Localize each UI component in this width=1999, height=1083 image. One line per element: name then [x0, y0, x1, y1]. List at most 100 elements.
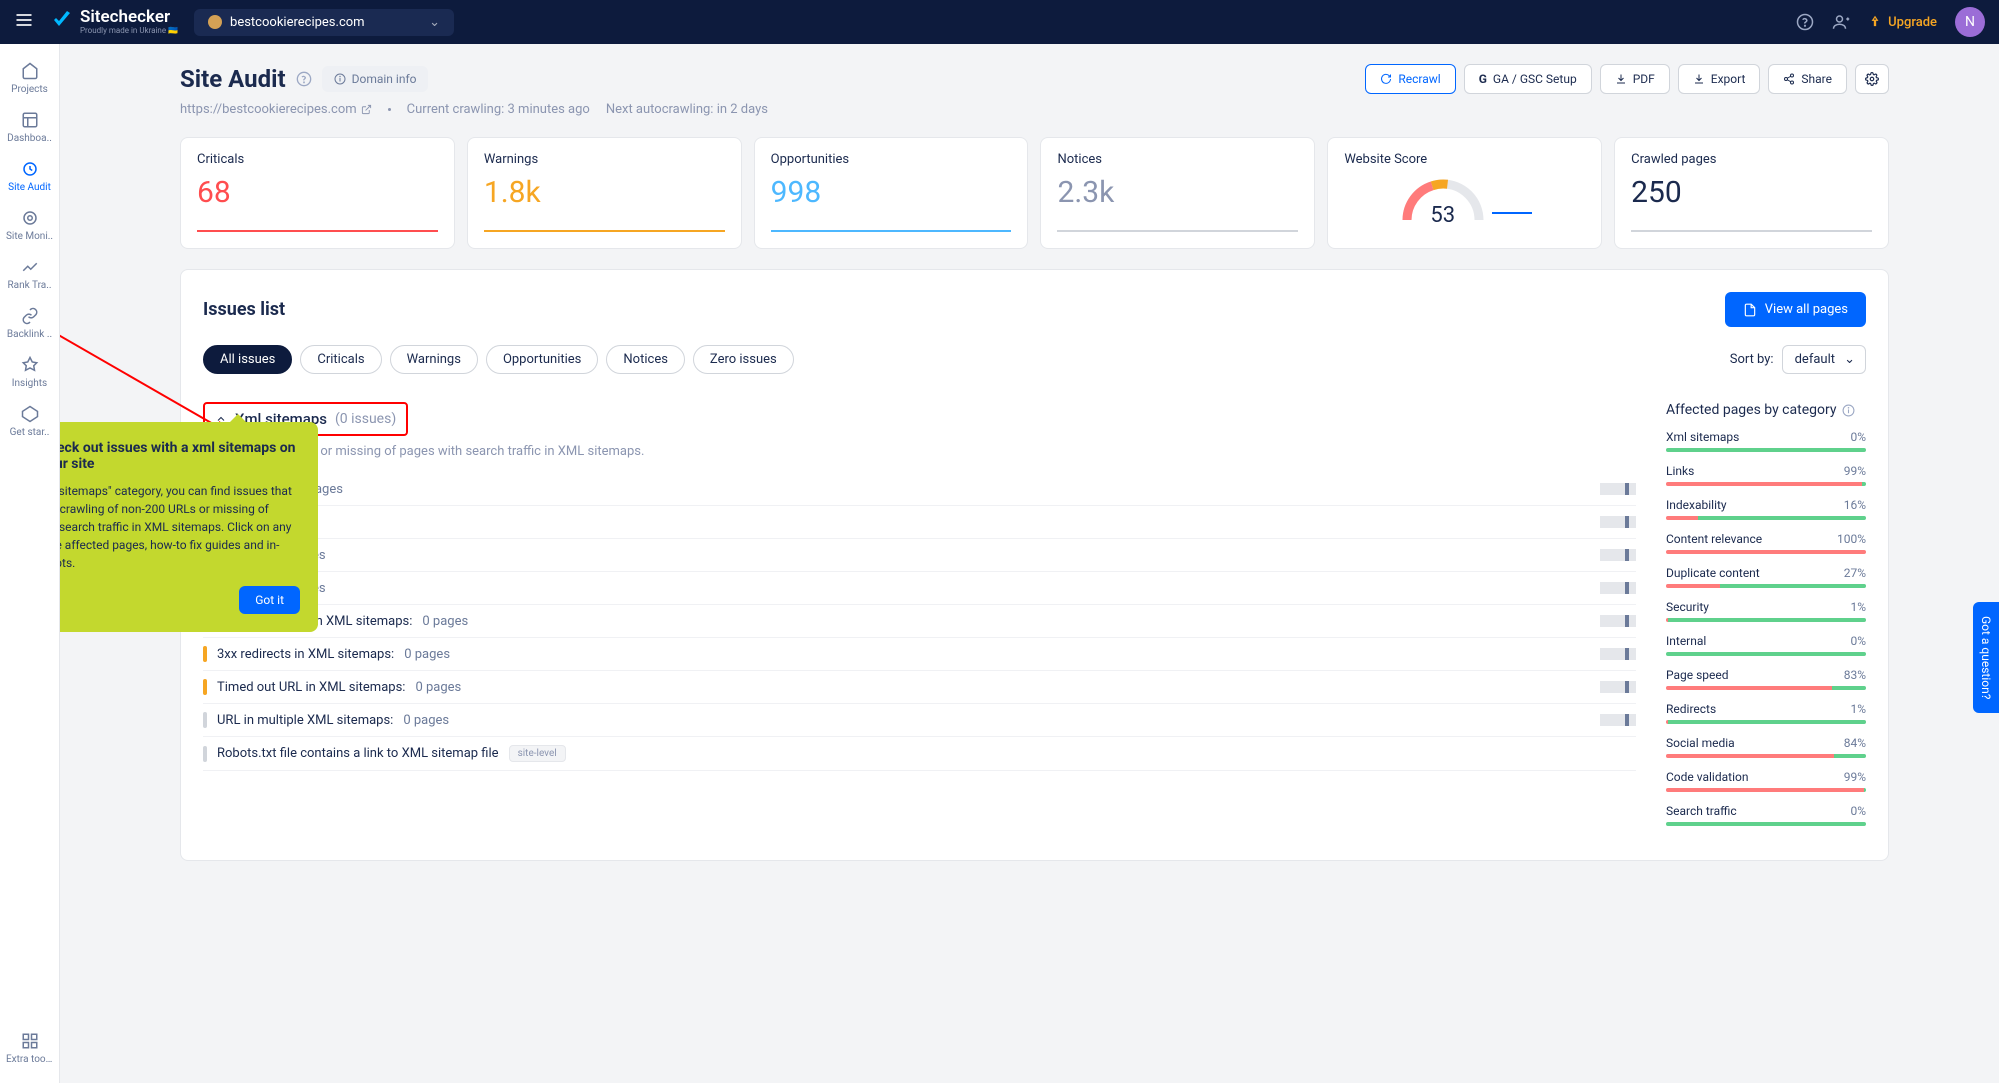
filter-chip-opportunities[interactable]: Opportunities — [486, 345, 598, 374]
current-crawl: Current crawling: 3 minutes ago — [407, 102, 590, 117]
ga-gsc-button[interactable]: GGA / GSC Setup — [1464, 64, 1592, 94]
pdf-button[interactable]: PDF — [1600, 64, 1670, 94]
onboarding-tooltip: Check out issues with a xml sitemaps on … — [60, 422, 318, 632]
help-icon[interactable] — [1796, 13, 1814, 31]
sidebar-item-site-moni-[interactable]: Site Moni.. — [0, 201, 59, 250]
sidebar-item-site-audit[interactable]: Site Audit — [0, 152, 59, 201]
logo[interactable]: Sitechecker Proudly made in Ukraine 🇺🇦 — [50, 8, 178, 36]
next-crawl: Next autocrawling: in 2 days — [606, 102, 768, 117]
metric-crawled[interactable]: Crawled pages250 — [1614, 137, 1889, 249]
tooltip-gotit-button[interactable]: Got it — [239, 586, 300, 614]
sparkline — [1600, 615, 1636, 627]
sparkline — [1600, 483, 1636, 495]
category-row[interactable]: Links99% — [1666, 464, 1866, 486]
site-url-link[interactable]: https://bestcookierecipes.com — [180, 102, 372, 117]
filter-chip-all-issues[interactable]: All issues — [203, 345, 292, 374]
share-button[interactable]: Share — [1768, 64, 1847, 94]
external-link-icon — [361, 104, 372, 115]
sidebar-item-dashboa-[interactable]: Dashboa.. — [0, 103, 59, 152]
upgrade-icon — [1868, 15, 1882, 29]
category-row[interactable]: Code validation99% — [1666, 770, 1866, 792]
metric-score[interactable]: Website Score 53 — [1327, 137, 1602, 249]
title-help-icon[interactable] — [296, 71, 312, 87]
sidebar-item-rank-tra-[interactable]: Rank Tra.. — [0, 250, 59, 299]
site-level-tag: site-level — [509, 745, 566, 762]
categories-title: Affected pages by category — [1666, 402, 1866, 418]
sparkline — [1600, 681, 1636, 693]
category-row[interactable]: Redirects1% — [1666, 702, 1866, 724]
upgrade-label: Upgrade — [1888, 15, 1937, 30]
tooltip-body: In the "Xml sitemaps" category, you can … — [60, 482, 300, 572]
category-row[interactable]: Content relevance100% — [1666, 532, 1866, 554]
filter-chip-criticals[interactable]: Criticals — [300, 345, 381, 374]
logo-text: Sitechecker — [80, 9, 178, 26]
sidebar: ProjectsDashboa..Site AuditSite Moni..Ra… — [0, 44, 60, 1083]
sparkline — [1600, 516, 1636, 528]
site-selector[interactable]: bestcookierecipes.com ⌄ — [194, 9, 454, 36]
category-row[interactable]: Search traffic0% — [1666, 804, 1866, 826]
severity-indicator — [203, 746, 207, 762]
avatar[interactable]: N — [1955, 7, 1985, 37]
separator-dot — [388, 108, 391, 111]
category-row[interactable]: Xml sitemaps0% — [1666, 430, 1866, 452]
category-row[interactable]: Security1% — [1666, 600, 1866, 622]
metric-criticals[interactable]: Criticals68 — [180, 137, 455, 249]
issue-row[interactable]: 4xx client errors in XML sitemaps: 0 pag… — [203, 605, 1636, 638]
site-selector-value: bestcookierecipes.com — [230, 15, 365, 30]
metric-notices[interactable]: Notices2.3k — [1040, 137, 1315, 249]
download-icon — [1615, 73, 1627, 85]
sparkline — [1600, 648, 1636, 660]
issue-row[interactable]: ...emaps: 0 pages — [203, 539, 1636, 572]
sparkline — [1600, 549, 1636, 561]
filter-chip-notices[interactable]: Notices — [606, 345, 685, 374]
tooltip-title: Check out issues with a xml sitemaps on … — [60, 440, 300, 472]
category-row[interactable]: Duplicate content27% — [1666, 566, 1866, 588]
category-row[interactable]: Internal0% — [1666, 634, 1866, 656]
issue-row[interactable]: Robots.txt file contains a link to XML s… — [203, 737, 1636, 771]
hamburger-menu[interactable] — [14, 10, 34, 34]
category-row[interactable]: Social media84% — [1666, 736, 1866, 758]
gear-icon — [1865, 72, 1879, 86]
issue-row[interactable]: ...emaps: 0 pages — [203, 572, 1636, 605]
sidebar-item-get-star-[interactable]: Get star.. — [0, 397, 59, 446]
export-button[interactable]: Export — [1678, 64, 1761, 94]
group-description: ...of non-200 URLs or missing of pages w… — [203, 444, 1636, 459]
filter-chip-zero-issues[interactable]: Zero issues — [693, 345, 794, 374]
chevron-down-icon: ⌄ — [1844, 352, 1855, 367]
issue-row[interactable]: ... sitemaps: 0 pages — [203, 473, 1636, 506]
issue-row[interactable]: 3xx redirects in XML sitemaps: 0 pages — [203, 638, 1636, 671]
refresh-icon — [1380, 73, 1392, 85]
category-row[interactable]: Page speed83% — [1666, 668, 1866, 690]
add-user-icon[interactable] — [1832, 13, 1850, 31]
export-icon — [1693, 73, 1705, 85]
info-icon[interactable] — [1842, 404, 1855, 417]
issue-row[interactable]: URL in multiple XML sitemaps: 0 pages — [203, 704, 1636, 737]
sort-select[interactable]: default ⌄ — [1782, 345, 1866, 374]
document-icon — [1743, 303, 1757, 317]
metric-warnings[interactable]: Warnings1.8k — [467, 137, 742, 249]
metric-opportunities[interactable]: Opportunities998 — [754, 137, 1029, 249]
upgrade-link[interactable]: Upgrade — [1868, 15, 1937, 30]
severity-indicator — [203, 646, 207, 662]
share-icon — [1783, 73, 1795, 85]
view-all-pages-button[interactable]: View all pages — [1725, 292, 1866, 327]
sidebar-item-insights[interactable]: Insights — [0, 348, 59, 397]
settings-button[interactable] — [1855, 64, 1889, 94]
logo-subtext: Proudly made in Ukraine 🇺🇦 — [80, 26, 178, 35]
category-row[interactable]: Indexability16% — [1666, 498, 1866, 520]
sparkline — [1600, 582, 1636, 594]
recrawl-button[interactable]: Recrawl — [1365, 64, 1455, 94]
chevron-down-icon: ⌄ — [429, 15, 440, 30]
sidebar-item-backlink-[interactable]: Backlink .. — [0, 299, 59, 348]
help-fab[interactable]: Got a question? — [1973, 602, 1999, 713]
logo-icon — [50, 8, 74, 36]
filter-chip-warnings[interactable]: Warnings — [390, 345, 478, 374]
sidebar-item-projects[interactable]: Projects — [0, 54, 59, 103]
sidebar-extra-tools[interactable]: Extra tools — [0, 1024, 59, 1073]
issue-row[interactable]: ...aps: 0 pages — [203, 506, 1636, 539]
google-icon: G — [1479, 72, 1487, 86]
sparkline — [1600, 714, 1636, 726]
issue-row[interactable]: Timed out URL in XML sitemaps: 0 pages — [203, 671, 1636, 704]
sort-label: Sort by: — [1730, 352, 1774, 367]
domain-info-button[interactable]: Domain info — [322, 66, 429, 92]
